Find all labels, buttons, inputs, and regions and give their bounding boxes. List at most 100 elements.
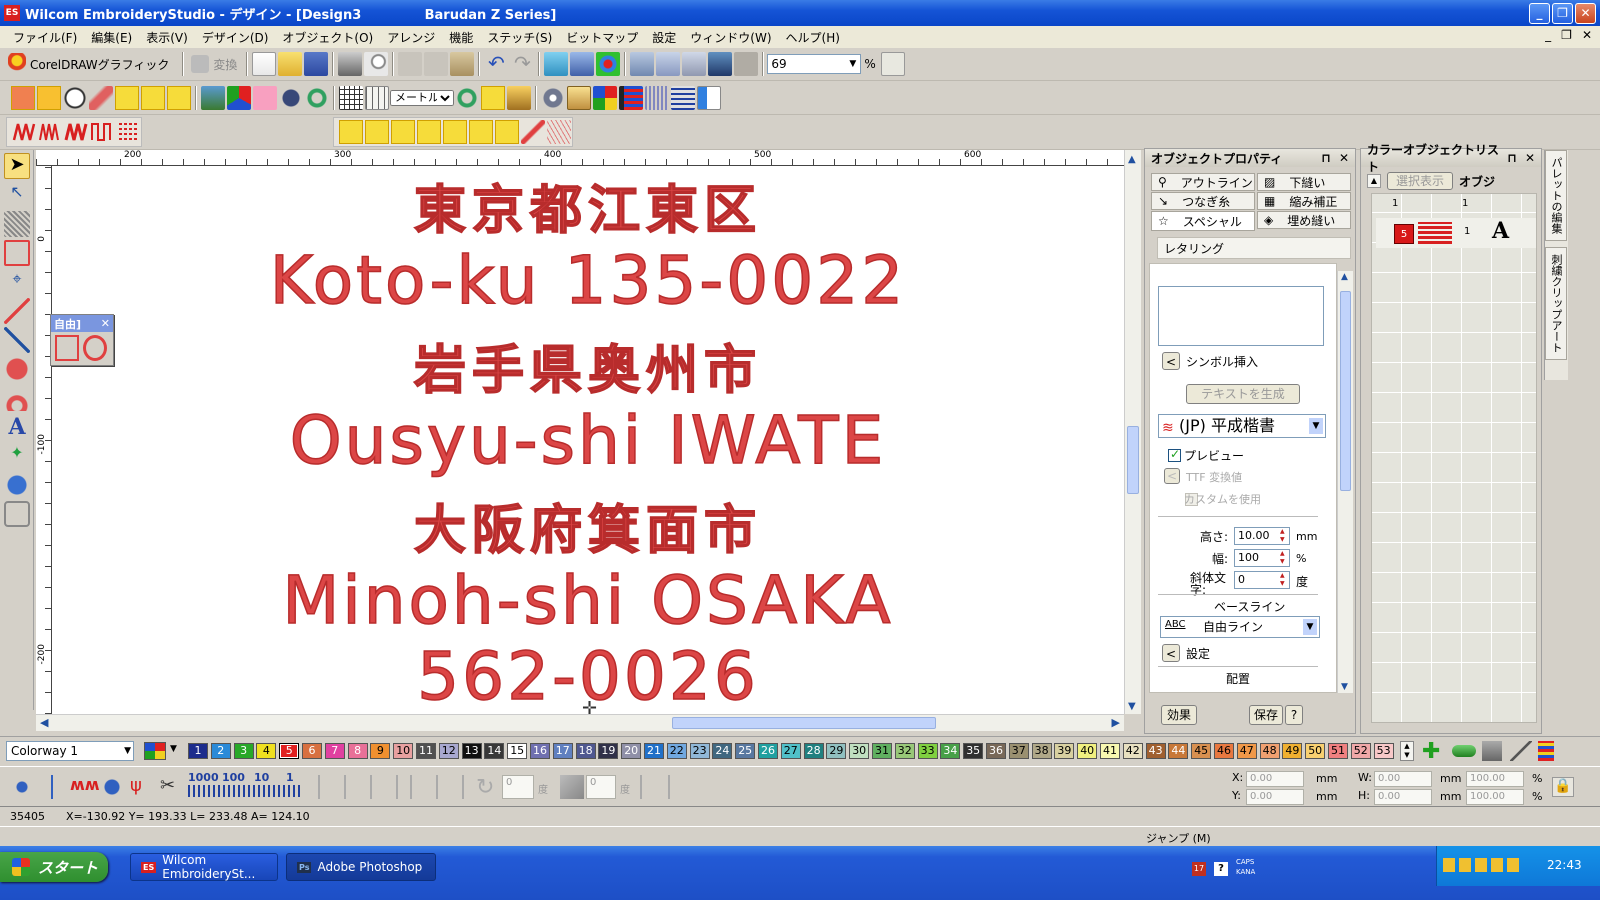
satin-icon[interactable] <box>11 86 35 110</box>
tab-palette-edit[interactable]: パレットの編集 <box>1545 150 1567 241</box>
color-swatch[interactable]: 11 <box>416 743 436 759</box>
zigzag-stitch-icon[interactable] <box>12 120 36 144</box>
collapse-icon[interactable]: ▲ <box>1367 174 1381 188</box>
print-icon[interactable] <box>338 52 363 76</box>
restore-button[interactable]: ❐ <box>1552 3 1573 24</box>
ttf-expand-button[interactable]: < <box>1164 468 1180 484</box>
run-stitch-icon[interactable] <box>115 86 139 110</box>
reshape-icon[interactable] <box>507 86 531 110</box>
scroll-down-icon[interactable]: ▼ <box>1341 682 1348 692</box>
help-ime-icon[interactable]: ? <box>1214 862 1228 876</box>
w-input[interactable]: 0.00 <box>1374 771 1432 787</box>
rotate-angle-input[interactable]: 0 <box>502 775 534 799</box>
color-swatch[interactable]: 41 <box>1100 743 1120 759</box>
ime-icon[interactable]: 17 <box>1192 862 1206 876</box>
chevron-down-icon[interactable]: ▼ <box>124 742 131 760</box>
dotted-grid-icon[interactable] <box>645 86 669 110</box>
menu-help[interactable]: ヘルプ(H) <box>779 29 847 46</box>
horizontal-scrollbar[interactable]: ◀ ▶ <box>36 714 1124 731</box>
embroidery-text-line[interactable]: 岩手県奥州市 <box>52 328 1124 403</box>
color-swatch[interactable]: 28 <box>803 743 824 759</box>
props-scrollbar[interactable]: ▲ ▼ <box>1337 271 1353 693</box>
scroll-up-icon[interactable]: ▲ <box>1128 154 1136 165</box>
print-preview-icon[interactable] <box>364 52 389 76</box>
color-swatch[interactable]: 15 <box>507 743 528 759</box>
settings-gear-icon[interactable] <box>541 86 565 110</box>
user-icon[interactable] <box>734 52 759 76</box>
color-swatch[interactable]: 16 <box>530 743 550 759</box>
tab-fill[interactable]: ◈ 埋め縫い <box>1257 211 1351 229</box>
picture-icon[interactable] <box>201 86 225 110</box>
scroll-down-icon[interactable]: ▼ <box>1128 701 1136 712</box>
color-swatch[interactable]: 52 <box>1350 743 1371 759</box>
height-input[interactable]: 10.00 <box>1234 527 1290 545</box>
color-swatch[interactable]: 33 <box>917 743 938 759</box>
stitch-type-4-icon[interactable] <box>417 120 441 144</box>
color-swatch[interactable]: 1 <box>188 743 208 759</box>
menu-arrange[interactable]: アレンジ <box>380 29 442 46</box>
curve-tool-icon[interactable] <box>4 327 30 353</box>
color-swatch[interactable]: 30 <box>849 743 870 759</box>
connect-icon[interactable] <box>682 52 707 76</box>
stitch-type-7-icon[interactable] <box>495 120 519 144</box>
pin-icon[interactable]: ⊓ <box>1507 151 1517 165</box>
color-swatch[interactable]: 19 <box>598 743 619 759</box>
swatch-scroll-icon[interactable]: ▲ ▼ <box>1400 741 1414 761</box>
satin-column-icon[interactable] <box>64 120 88 144</box>
color-swatch[interactable]: 18 <box>575 743 596 759</box>
color-swatch[interactable]: 6 <box>302 743 322 759</box>
color-bars-icon[interactable] <box>619 86 643 110</box>
applique-icon[interactable] <box>253 86 277 110</box>
monogram-tool-icon[interactable]: ✦ <box>4 443 30 469</box>
italic-input[interactable]: 0 <box>1234 571 1290 589</box>
convert-button[interactable]: 変換 <box>213 56 237 73</box>
free-rotate-icon[interactable] <box>83 335 107 361</box>
help-button[interactable]: ? <box>1285 705 1303 725</box>
design-info-icon[interactable] <box>544 52 569 76</box>
color-swatch[interactable]: 13 <box>461 743 482 759</box>
scroll-up-icon[interactable]: ▲ <box>1341 272 1348 282</box>
color-swatch[interactable]: 9 <box>370 743 391 759</box>
needle-icon[interactable] <box>40 775 64 799</box>
travel-1[interactable]: 1 <box>286 771 294 784</box>
tatami-stitch-icon[interactable] <box>116 120 140 144</box>
feather-icon[interactable] <box>89 86 113 110</box>
color-swatch[interactable]: 47 <box>1236 743 1257 759</box>
cut-shape-icon[interactable] <box>4 240 30 266</box>
font-select[interactable]: ≋ (JP) 平成楷書 ▼ <box>1158 414 1326 438</box>
effects-button[interactable]: 効果 <box>1161 705 1197 725</box>
menu-file[interactable]: ファイル(F) <box>6 29 84 46</box>
stitch-type-6-icon[interactable] <box>469 120 493 144</box>
menu-stitch[interactable]: ステッチ(S) <box>480 29 559 46</box>
color-swatch[interactable]: 10 <box>393 743 414 759</box>
transform-tools-icon[interactable] <box>318 775 398 799</box>
insert-symbol-expand-button[interactable]: < <box>1162 352 1180 370</box>
close-button[interactable]: ✕ <box>1575 3 1596 24</box>
travel-10[interactable]: 10 <box>254 771 269 784</box>
refresh-icon[interactable] <box>455 86 479 110</box>
stitch-type-5-icon[interactable] <box>443 120 467 144</box>
generate-text-button[interactable]: テキストを生成 <box>1186 384 1300 404</box>
lettering-tool-icon[interactable]: A <box>4 414 30 440</box>
color-swatch[interactable]: 3 <box>233 743 254 759</box>
palette-grid-icon[interactable] <box>593 86 617 110</box>
coreldraw-icon[interactable] <box>8 53 26 75</box>
save-button[interactable]: 保存 <box>1249 705 1283 725</box>
fork-icon[interactable] <box>141 86 165 110</box>
baseline-settings-expand-button[interactable]: < <box>1162 644 1180 662</box>
embroidery-text-line[interactable]: Minoh-shi OSAKA <box>52 561 1124 640</box>
machine-icon[interactable] <box>630 52 655 76</box>
color-palette-icon[interactable] <box>144 742 166 760</box>
stitch-type-8-icon[interactable] <box>521 120 545 144</box>
align-tools-icon[interactable] <box>640 775 696 799</box>
send-icon[interactable] <box>656 52 681 76</box>
tab-connector[interactable]: ↘ つなぎ糸 <box>1151 192 1255 210</box>
embroidery-text-line[interactable]: 東京都江東区 <box>52 168 1124 243</box>
list-item[interactable]: 5 1 A <box>1376 218 1536 248</box>
menu-functions[interactable]: 機能 <box>442 29 480 46</box>
team-names-icon[interactable] <box>4 472 30 498</box>
color-swatch[interactable]: 50 <box>1305 743 1326 759</box>
monitor-icon[interactable] <box>570 52 595 76</box>
zoom-input[interactable] <box>767 54 862 74</box>
outline-shape-icon[interactable] <box>63 86 87 110</box>
